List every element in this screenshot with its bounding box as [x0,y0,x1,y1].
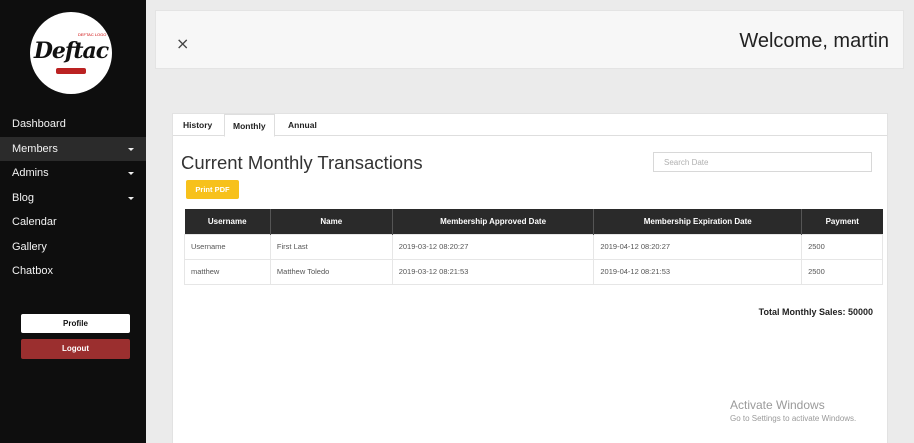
watermark-subtitle: Go to Settings to activate Windows. [730,414,857,423]
cell-payment: 2500 [801,233,883,260]
column-header-payment[interactable]: Payment [801,209,883,234]
logo-text: Deftac [33,38,109,64]
cell-name: Matthew Toledo [269,258,393,285]
sidebar: DEFTAC LOGO Deftac Dashboard Members Adm… [0,0,146,443]
sidebar-item-admins[interactable]: Admins [0,161,146,186]
caret-down-icon [128,196,134,200]
column-header-expiration-date[interactable]: Membership Expiration Date [593,209,803,234]
sidebar-item-label: Dashboard [12,118,66,130]
watermark-title: Activate Windows [730,398,825,412]
table-header-row: Username Name Membership Approved Date M… [184,209,883,234]
cell-approved-date: 2019-03-12 08:21:53 [391,258,595,285]
tab-history[interactable]: History [175,114,220,136]
profile-button[interactable]: Profile [21,314,130,333]
cell-username: Username [184,233,271,260]
search-date-input[interactable] [653,152,872,172]
top-header: × Welcome, martin [155,10,904,69]
caret-down-icon [128,147,134,151]
logo[interactable]: DEFTAC LOGO Deftac [30,12,112,94]
caret-down-icon [128,172,134,175]
sidebar-item-label: Calendar [12,216,57,228]
logout-button[interactable]: Logout [21,339,130,359]
column-header-username[interactable]: Username [184,209,271,234]
sidebar-item-label: Chatbox [12,265,53,277]
column-header-approved-date[interactable]: Membership Approved Date [392,209,595,234]
page-title: Current Monthly Transactions [181,152,423,173]
column-header-name[interactable]: Name [270,209,393,234]
tab-bar: History Monthly Annual [173,114,887,137]
cell-username: matthew [184,258,271,285]
activation-watermark: Activate Windows Go to Settings to activ… [730,398,856,423]
sidebar-item-gallery[interactable]: Gallery [0,235,146,260]
tab-monthly[interactable]: Monthly [224,114,275,137]
table-row: matthew Matthew Toledo 2019-03-12 08:21:… [184,258,883,285]
welcome-text: Welcome, martin [739,30,889,52]
cell-payment: 2500 [801,258,883,285]
logo-accent [56,68,86,74]
cell-name: First Last [269,233,393,260]
sidebar-item-members[interactable]: Members [0,136,146,161]
sidebar-item-label: Gallery [12,240,47,253]
cell-expiration-date: 2019-04-12 08:20:27 [593,233,803,260]
transactions-table: Username Name Membership Approved Date M… [184,209,883,285]
sidebar-item-chatbox[interactable]: Chatbox [0,259,146,284]
sidebar-item-label: Admins [12,167,49,179]
sidebar-item-label: Blog [12,191,35,204]
cell-approved-date: 2019-03-12 08:20:27 [391,233,595,260]
sidebar-item-blog[interactable]: Blog [0,186,146,211]
sidebar-item-label: Members [12,142,58,155]
sidebar-item-calendar[interactable]: Calendar [0,210,146,235]
close-icon[interactable]: × [176,36,189,52]
sidebar-nav: Dashboard Members Admins Blog Calendar G… [0,112,146,284]
table-row: Username First Last 2019-03-12 08:20:27 … [184,233,883,260]
logo-small-text: DEFTAC LOGO [78,32,107,37]
cell-expiration-date: 2019-04-12 08:21:53 [593,258,803,285]
sidebar-item-dashboard[interactable]: Dashboard [0,112,146,137]
tab-annual[interactable]: Annual [280,114,325,136]
print-pdf-button[interactable]: Print PDF [186,180,239,199]
total-monthly-sales: Total Monthly Sales: 50000 [758,307,873,317]
transactions-card: History Monthly Annual Current Monthly T… [172,113,888,443]
